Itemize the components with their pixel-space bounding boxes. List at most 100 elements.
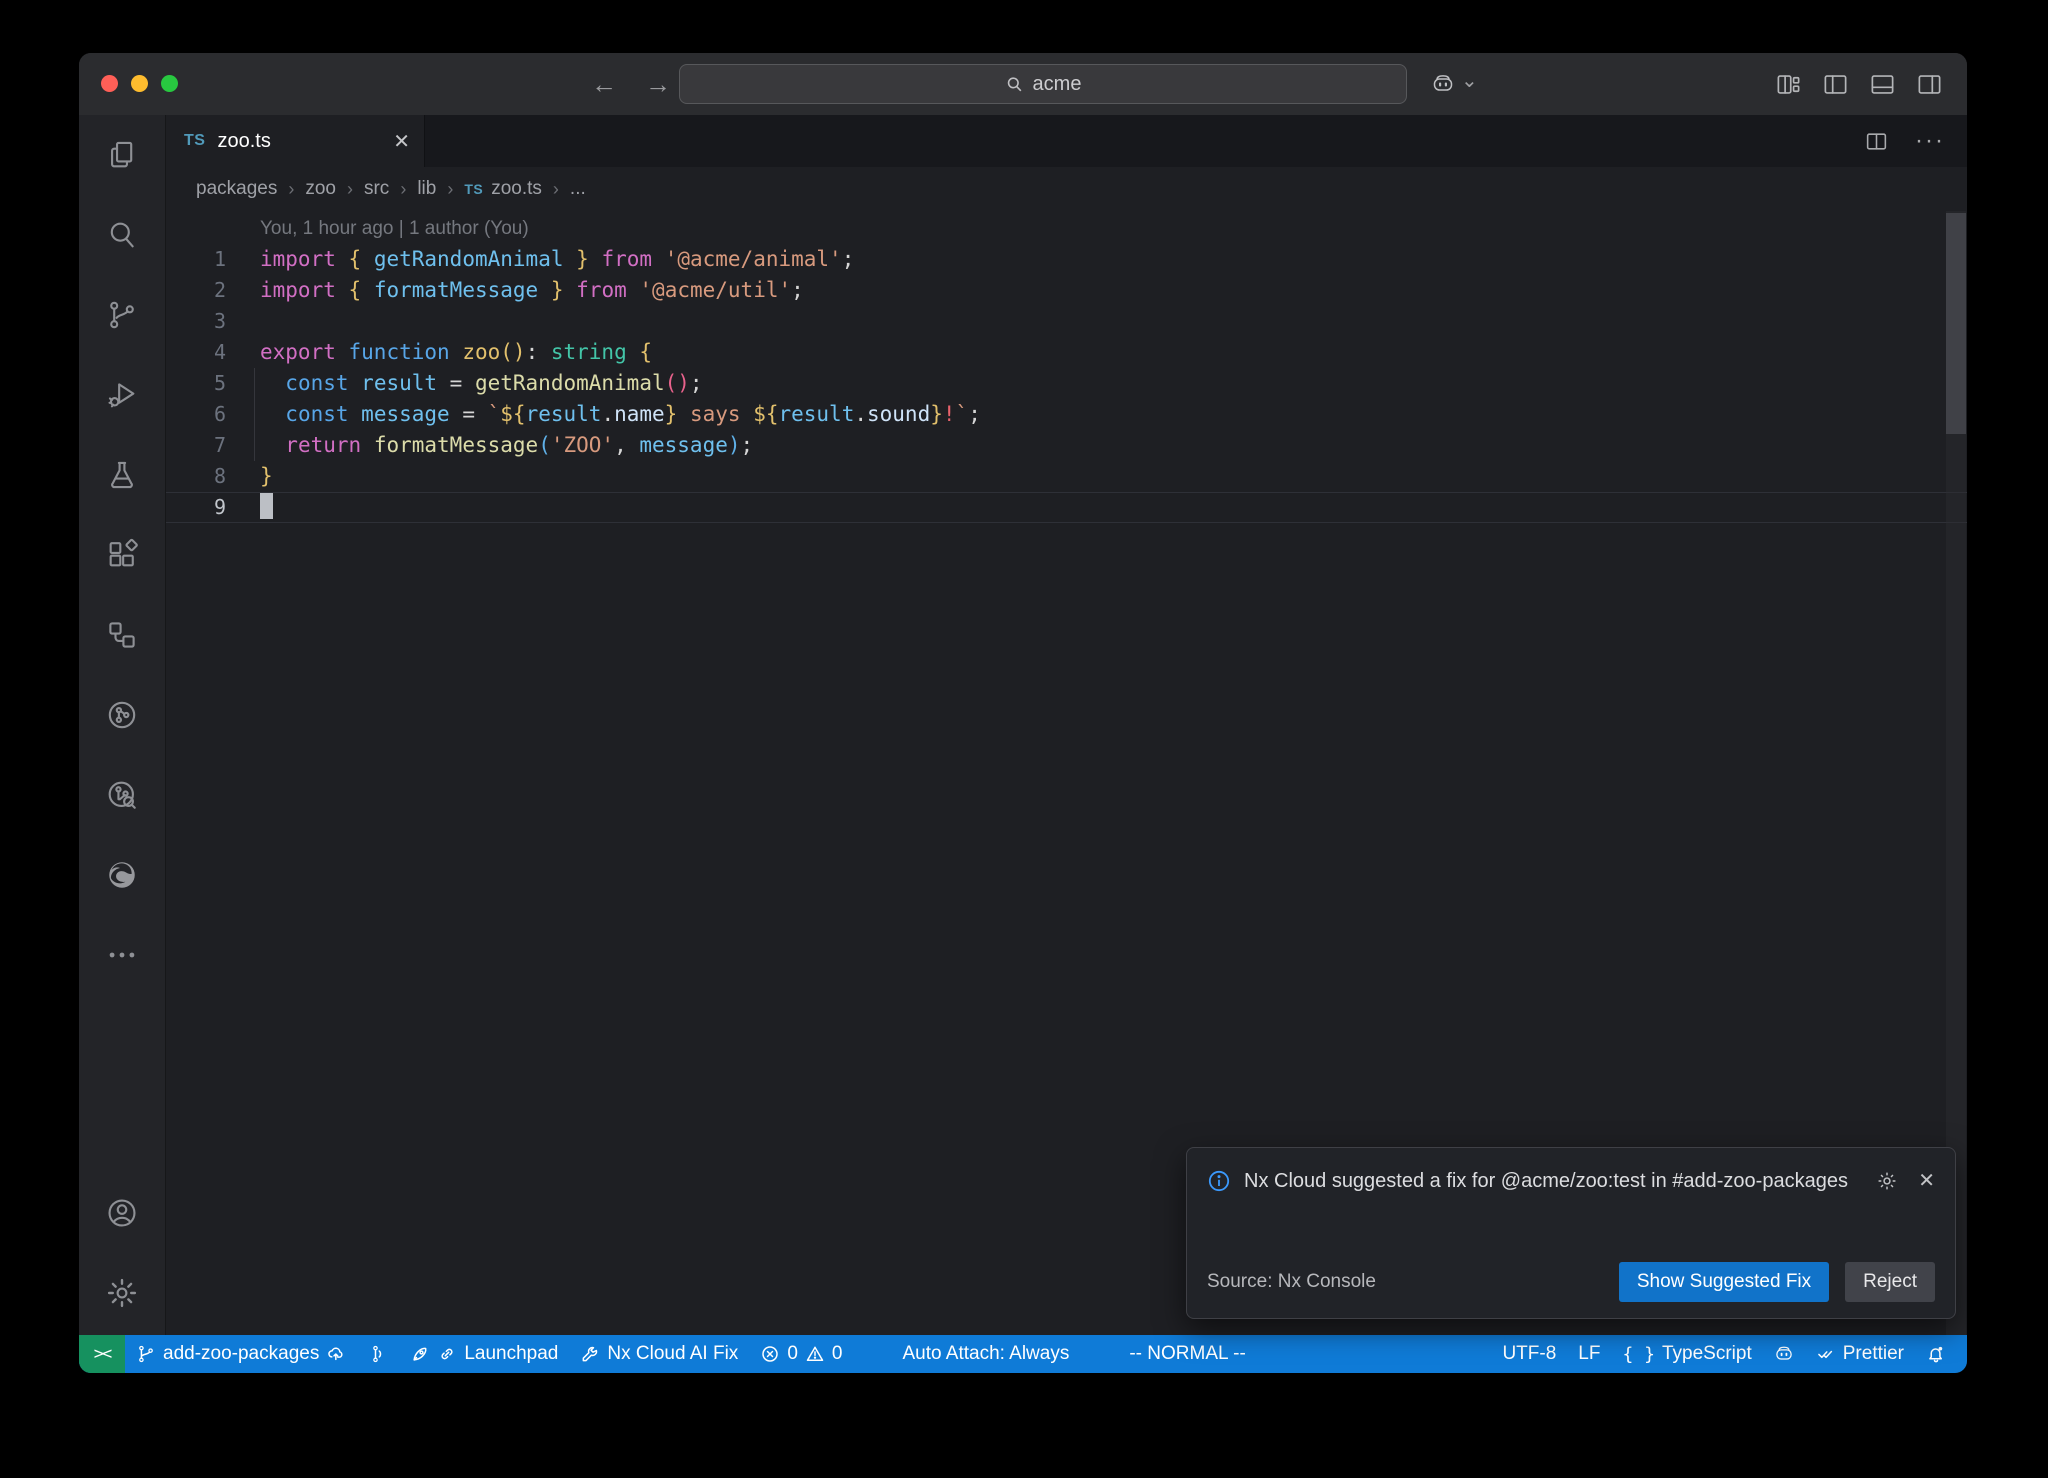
statusbar-label: -- NORMAL --	[1129, 1343, 1245, 1365]
activity-settings-gear-icon[interactable]	[98, 1269, 146, 1317]
statusbar-pipeline[interactable]	[357, 1335, 399, 1373]
code-text: import { formatMessage } from '@acme/uti…	[260, 275, 804, 306]
notification-source: Source: Nx Console	[1207, 1271, 1376, 1293]
statusbar-copilot[interactable]	[1763, 1335, 1805, 1373]
close-tab-icon[interactable]: ✕	[393, 129, 410, 154]
notification-close-icon[interactable]: ✕	[1918, 1168, 1935, 1193]
activity-beaker-icon[interactable]	[98, 451, 146, 499]
breadcrumb-label: ...	[570, 178, 586, 200]
activity-nx-circle-icon[interactable]	[98, 691, 146, 739]
statusbar-label: Launchpad	[464, 1343, 558, 1365]
breadcrumb-label: lib	[417, 178, 436, 200]
code-line-7: 7 return formatMessage('ZOO', message);	[166, 430, 1967, 461]
wrench-icon	[580, 1344, 600, 1364]
line-number[interactable]: 6	[166, 399, 226, 430]
vscode-window: ← → acme ⌄ TS zoo.ts ✕	[79, 53, 1967, 1373]
line-number[interactable]: 8	[166, 461, 226, 492]
activity-remote-squares-icon[interactable]	[98, 611, 146, 659]
minimize-button[interactable]	[131, 75, 148, 92]
breadcrumb-item[interactable]: TSzoo.ts	[464, 178, 542, 200]
rocket-icon	[410, 1344, 430, 1364]
statusbar-prettier[interactable]: Prettier	[1805, 1335, 1915, 1373]
statusbar-label: TypeScript	[1662, 1343, 1752, 1365]
statusbar-launchpad[interactable]: Launchpad	[399, 1335, 569, 1373]
breadcrumb-item[interactable]: lib	[417, 178, 436, 200]
activity-extensions-icon[interactable]	[98, 531, 146, 579]
statusbar-nx-cloud-ai-fix[interactable]: Nx Cloud AI Fix	[569, 1335, 749, 1373]
status-bar: >< add-zoo-packages Launchpad Nx Cloud AI …	[79, 1335, 1967, 1373]
line-number[interactable]: 2	[166, 275, 226, 306]
back-icon[interactable]: ←	[591, 69, 617, 100]
reject-button[interactable]: Reject	[1845, 1262, 1935, 1302]
line-number[interactable]: 1	[166, 244, 226, 275]
statusbar-encoding[interactable]: UTF-8	[1491, 1335, 1567, 1373]
layout-customize-icon[interactable]	[1775, 71, 1802, 98]
breadcrumb-item[interactable]: packages	[196, 178, 277, 200]
commit-icon	[368, 1344, 388, 1364]
remote-indicator[interactable]: ><	[79, 1335, 125, 1373]
statusbar-label: UTF-8	[1502, 1343, 1556, 1365]
link-icon	[437, 1344, 457, 1364]
close-button[interactable]	[101, 75, 118, 92]
warning-icon	[805, 1344, 825, 1364]
line-number[interactable]: 9	[166, 492, 226, 523]
line-number[interactable]: 3	[166, 306, 226, 337]
code-line-5: 5 const result = getRandomAnimal();	[166, 368, 1967, 399]
code-text: import { getRandomAnimal } from '@acme/a…	[260, 244, 854, 275]
activity-account-icon[interactable]	[98, 1189, 146, 1237]
activity-source-control-icon[interactable]	[98, 291, 146, 339]
tab-zoo-ts[interactable]: TS zoo.ts ✕	[166, 115, 425, 167]
statusbar-eol[interactable]: LF	[1567, 1335, 1611, 1373]
line-number[interactable]: 5	[166, 368, 226, 399]
show-suggested-fix-button[interactable]: Show Suggested Fix	[1619, 1262, 1829, 1302]
forward-icon[interactable]: →	[645, 69, 671, 100]
breadcrumb-separator: ›	[400, 179, 406, 200]
editor-more-actions-icon[interactable]: ···	[1915, 136, 1945, 146]
code-line-1: 1 import { getRandomAnimal } from '@acme/…	[166, 244, 1967, 275]
activity-edge-icon[interactable]	[98, 851, 146, 899]
statusbar-language[interactable]: { } TypeScript	[1611, 1335, 1762, 1373]
breadcrumb-item[interactable]: zoo	[305, 178, 336, 200]
statusbar-label: 0	[832, 1343, 843, 1365]
chevron-down-icon[interactable]: ⌄	[1461, 68, 1478, 93]
copilot-icon	[1774, 1344, 1794, 1364]
code-line-9: 9	[166, 492, 1967, 523]
activity-debug-icon[interactable]	[98, 371, 146, 419]
activity-gitlens-icon[interactable]	[98, 771, 146, 819]
statusbar-branch[interactable]: add-zoo-packages	[125, 1335, 357, 1373]
scrollbar-thumb[interactable]	[1946, 213, 1966, 434]
code-line-3: 3	[166, 306, 1967, 337]
zoom-button[interactable]	[161, 75, 178, 92]
breadcrumb-separator: ›	[288, 179, 294, 200]
statusbar-notifications[interactable]	[1915, 1335, 1957, 1373]
cloud-upload-icon	[326, 1344, 346, 1364]
activity-ellipsis-icon[interactable]	[98, 931, 146, 979]
search-icon	[1005, 75, 1024, 94]
typescript-file-icon: TS	[184, 132, 205, 150]
code-text: export function zoo(): string {	[260, 337, 652, 368]
line-number[interactable]: 4	[166, 337, 226, 368]
layout-sidebar-icon[interactable]	[1822, 71, 1849, 98]
copilot-icon[interactable]	[1431, 72, 1455, 96]
code-line-8: 8}	[166, 461, 1967, 492]
code-line-4: 4 export function zoo(): string {	[166, 337, 1967, 368]
notification-settings-gear-icon[interactable]	[1876, 1170, 1898, 1192]
breadcrumb-item[interactable]: src	[364, 178, 389, 200]
split-editor-icon[interactable]	[1864, 129, 1889, 154]
search-value: acme	[1033, 73, 1082, 96]
breadcrumb-label: packages	[196, 178, 277, 200]
layout-sidebar-right-icon[interactable]	[1916, 71, 1943, 98]
activity-search-icon[interactable]	[98, 211, 146, 259]
code-text: const result = getRandomAnimal();	[260, 368, 703, 399]
error-icon	[760, 1344, 780, 1364]
layout-panel-icon[interactable]	[1869, 71, 1896, 98]
statusbar-vim-mode[interactable]: -- NORMAL --	[1118, 1335, 1256, 1373]
line-number[interactable]: 7	[166, 430, 226, 461]
statusbar-auto-attach[interactable]: Auto Attach: Always	[891, 1335, 1080, 1373]
statusbar-label: { }	[1622, 1344, 1655, 1365]
statusbar-problems[interactable]: 00	[749, 1335, 853, 1373]
command-center-search[interactable]: acme	[679, 64, 1407, 104]
activity-files-icon[interactable]	[98, 131, 146, 179]
breadcrumb-item[interactable]: ...	[570, 178, 586, 200]
bell-dot-icon	[1926, 1344, 1946, 1364]
